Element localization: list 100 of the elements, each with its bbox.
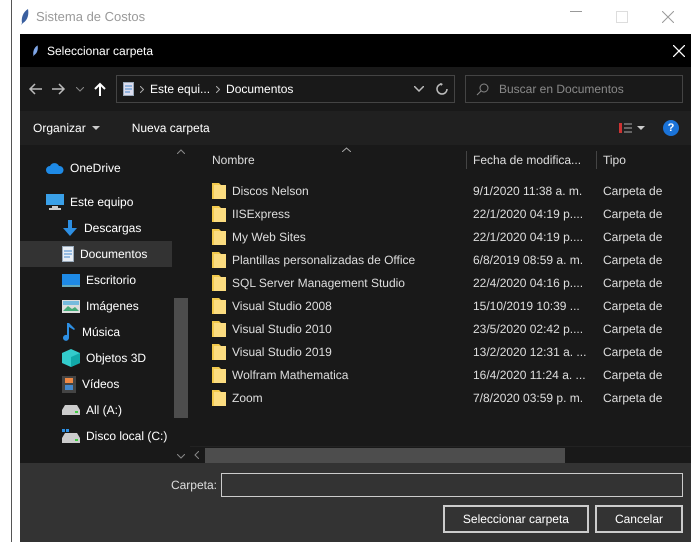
film-icon	[62, 376, 76, 392]
cancel-button[interactable]: Cancelar	[594, 505, 683, 533]
file-type: Carpeta de	[602, 320, 662, 338]
folder-icon	[212, 344, 226, 360]
sidebar-item[interactable]: Objetos 3D	[20, 345, 172, 371]
scrollbar-thumb[interactable]	[174, 298, 188, 418]
feather-icon	[20, 9, 30, 25]
file-type: Carpeta de	[602, 366, 662, 384]
dialog-title: Seleccionar carpeta	[47, 42, 154, 60]
sidebar-item[interactable]: OneDrive	[20, 155, 172, 181]
file-date: 22/1/2020 04:19 p....	[472, 206, 584, 222]
computer-icon	[46, 194, 64, 210]
scroll-left-icon[interactable]	[194, 451, 199, 459]
search-field[interactable]: Buscar en Documentos	[465, 75, 683, 103]
file-type: Carpeta de	[602, 252, 662, 268]
document-icon	[62, 246, 74, 262]
sidebar-item[interactable]: Vídeos	[20, 371, 172, 397]
column-header[interactable]: Tipo	[596, 151, 626, 169]
drive-icon	[62, 405, 80, 415]
file-date: 13/2/2020 12:31 a. ...	[472, 344, 588, 360]
file-name: Plantillas personalizadas de Office	[232, 252, 416, 268]
cube-icon	[62, 349, 80, 367]
chevron-down-icon[interactable]	[414, 86, 424, 92]
music-note-icon	[62, 323, 76, 341]
file-type: Carpeta de	[602, 298, 662, 314]
folder-input[interactable]	[221, 473, 683, 497]
column-header[interactable]: Nombre	[190, 151, 466, 169]
chevron-down-icon[interactable]	[76, 86, 84, 92]
sort-caret-icon	[342, 147, 351, 152]
view-options-icon[interactable]	[619, 123, 645, 133]
file-date: 7/8/2020 03:59 p. m.	[472, 390, 584, 406]
document-icon	[123, 82, 134, 96]
column-header[interactable]: Fecha de modifica...	[466, 151, 596, 169]
folder-icon	[212, 252, 226, 268]
file-name: Visual Studio 2019	[232, 344, 332, 360]
file-name: Wolfram Mathematica	[232, 366, 348, 384]
chevron-right-icon	[216, 86, 220, 92]
file-date: 22/4/2020 04:16 p....	[472, 274, 584, 292]
select-folder-button[interactable]: Seleccionar carpeta	[442, 505, 589, 533]
breadcrumb[interactable]: Documentos	[226, 80, 294, 98]
chevron-right-icon	[140, 86, 144, 92]
sidebar-item[interactable]: Descargas	[20, 215, 172, 241]
folder-icon	[212, 182, 226, 198]
file-type: Carpeta de	[602, 344, 662, 360]
search-icon	[476, 82, 489, 96]
scroll-up-icon[interactable]	[177, 149, 185, 154]
folder-icon	[212, 206, 226, 222]
back-arrow-icon[interactable]	[28, 83, 42, 95]
file-type: Carpeta de	[602, 390, 662, 406]
feather-icon	[32, 44, 39, 56]
sidebar-item[interactable]: Documentos	[20, 241, 172, 267]
image-icon	[62, 300, 80, 312]
file-date: 9/1/2020 11:38 a. m.	[472, 182, 584, 200]
scrollbar-thumb[interactable]	[205, 448, 565, 462]
drive-icon	[62, 429, 80, 443]
window-title: Sistema de Costos	[36, 8, 146, 26]
sidebar-item[interactable]: Música	[20, 319, 172, 345]
file-date: 15/10/2019 10:39 ...	[472, 298, 581, 314]
minimize-icon[interactable]	[570, 11, 582, 13]
download-arrow-icon	[62, 220, 78, 236]
sidebar-item[interactable]: All (A:)	[20, 397, 172, 423]
sidebar-item[interactable]: Este equipo	[20, 189, 172, 215]
file-name: Visual Studio 2008	[232, 298, 332, 314]
folder-icon	[212, 320, 226, 336]
folder-icon	[212, 274, 226, 290]
sidebar-item[interactable]: Disco local (C:)	[20, 423, 172, 449]
file-name: Zoom	[232, 390, 263, 406]
file-name: SQL Server Management Studio	[232, 274, 405, 292]
file-type: Carpeta de	[602, 206, 662, 222]
scroll-down-icon[interactable]	[177, 454, 185, 459]
help-button[interactable]: ?	[663, 120, 679, 136]
up-arrow-icon[interactable]	[94, 82, 106, 96]
cloud-icon	[46, 162, 64, 174]
folder-icon	[212, 366, 226, 382]
file-date: 22/1/2020 04:19 p....	[472, 228, 584, 246]
file-date: 16/4/2020 11:24 a. ...	[472, 366, 587, 384]
organize-button[interactable]: Organizar	[32, 118, 101, 138]
sidebar-item[interactable]: Imágenes	[20, 293, 172, 319]
folder-label: Carpeta:	[170, 477, 217, 494]
forward-arrow-icon[interactable]	[52, 83, 66, 95]
file-name: Discos Nelson	[232, 182, 309, 200]
folder-icon	[212, 228, 226, 244]
address-bar[interactable]: Este equi... Documentos	[116, 75, 455, 103]
caret-icon	[92, 126, 100, 130]
file-type: Carpeta de	[602, 228, 662, 246]
file-type: Carpeta de	[602, 182, 662, 200]
sidebar-item[interactable]: Escritorio	[20, 267, 172, 293]
file-type: Carpeta de	[602, 274, 662, 292]
search-placeholder: Buscar en Documentos	[499, 81, 624, 98]
folder-icon	[212, 390, 226, 406]
file-name: My Web Sites	[232, 228, 306, 246]
file-name: Visual Studio 2010	[232, 320, 332, 338]
breadcrumb[interactable]: Este equi...	[150, 80, 210, 98]
folder-icon	[212, 298, 226, 314]
new-folder-button[interactable]: Nueva carpeta	[130, 118, 211, 138]
file-name: IISExpress	[232, 206, 290, 222]
file-date: 6/8/2019 08:59 a. m.	[472, 252, 584, 268]
monitor-icon	[62, 274, 80, 286]
file-date: 23/5/2020 02:42 p....	[472, 320, 584, 338]
refresh-icon[interactable]	[436, 83, 448, 95]
